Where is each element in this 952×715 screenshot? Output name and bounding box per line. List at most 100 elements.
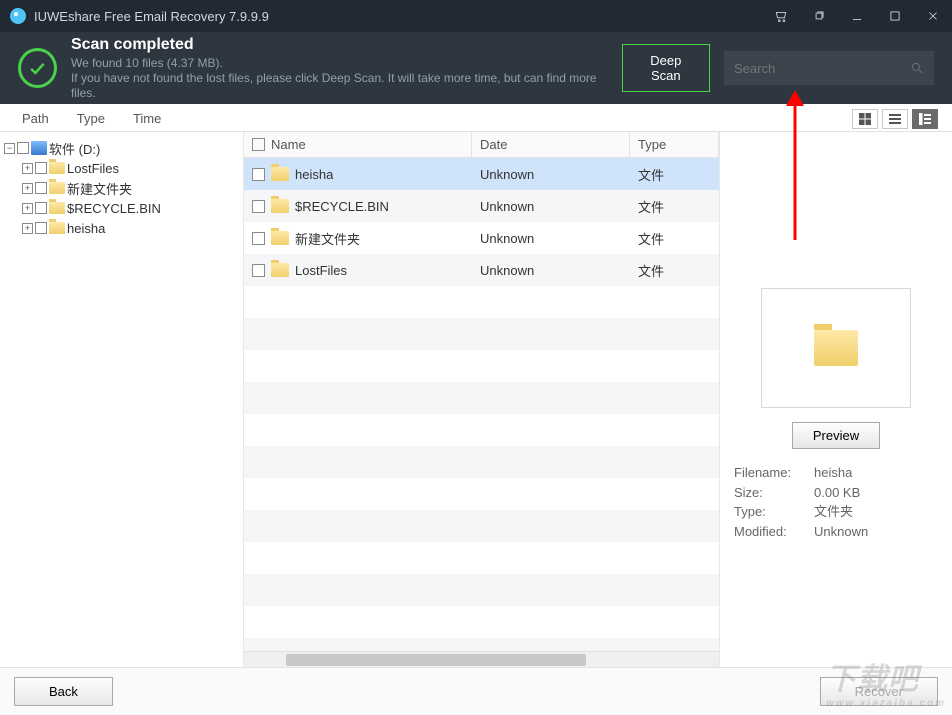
checkmark-circle-icon <box>18 48 57 88</box>
expand-icon[interactable]: + <box>22 223 33 234</box>
tree-checkbox[interactable] <box>35 162 47 174</box>
prop-modified-value: Unknown <box>814 522 868 542</box>
scan-status-line1: We found 10 files (4.37 MB). <box>71 56 608 71</box>
tree-item-label: LostFiles <box>67 161 119 176</box>
cart-icon[interactable] <box>762 0 800 32</box>
back-button[interactable]: Back <box>14 677 113 706</box>
folder-icon <box>49 182 65 194</box>
cell-name: heisha <box>295 167 333 182</box>
view-list-button[interactable] <box>882 109 908 129</box>
row-checkbox[interactable] <box>252 232 265 245</box>
tree-root-label: 软件 (D:) <box>49 139 100 158</box>
empty-rows <box>244 286 719 651</box>
scan-status-line2: If you have not found the lost files, pl… <box>71 71 608 101</box>
collapse-icon[interactable]: − <box>4 143 15 154</box>
preview-button[interactable]: Preview <box>792 422 880 449</box>
title-bar: IUWEshare Free Email Recovery 7.9.9.9 <box>0 0 952 32</box>
cell-date: Unknown <box>472 167 630 182</box>
prop-type-value: 文件夹 <box>814 502 853 522</box>
tree-checkbox[interactable] <box>35 182 47 194</box>
view-details-button[interactable] <box>912 109 938 129</box>
scrollbar-thumb[interactable] <box>286 654 586 666</box>
folder-icon <box>271 167 289 181</box>
tree-item[interactable]: + heisha <box>4 218 239 238</box>
table-body: heisha Unknown 文件 $RECYCLE.BIN Unknown 文… <box>244 158 719 651</box>
folder-icon <box>271 263 289 277</box>
horizontal-scrollbar[interactable] <box>244 651 719 667</box>
tree-item-label: 新建文件夹 <box>67 179 132 198</box>
folder-icon <box>49 202 65 214</box>
tree-checkbox[interactable] <box>35 222 47 234</box>
drive-icon <box>31 141 47 155</box>
prop-filename-label: Filename: <box>734 463 806 483</box>
column-date[interactable]: Date <box>472 132 630 157</box>
tree-item[interactable]: + $RECYCLE.BIN <box>4 198 239 218</box>
search-box[interactable] <box>724 51 934 85</box>
row-checkbox[interactable] <box>252 168 265 181</box>
minimize-icon[interactable] <box>838 0 876 32</box>
search-input[interactable] <box>734 61 910 76</box>
folder-large-icon <box>814 330 858 366</box>
preview-thumbnail <box>761 288 911 408</box>
select-all-checkbox[interactable] <box>252 138 265 151</box>
table-header: Name Date Type <box>244 132 719 158</box>
column-name-label: Name <box>271 137 306 152</box>
folder-icon <box>271 199 289 213</box>
scan-status-title: Scan completed <box>71 36 608 54</box>
folder-icon <box>49 162 65 174</box>
row-checkbox[interactable] <box>252 264 265 277</box>
cell-date: Unknown <box>472 263 630 278</box>
cell-name: 新建文件夹 <box>295 229 360 248</box>
tab-path[interactable]: Path <box>8 106 63 131</box>
prop-size-value: 0.00 KB <box>814 483 860 503</box>
cell-name: LostFiles <box>295 263 347 278</box>
table-row[interactable]: LostFiles Unknown 文件 <box>244 254 719 286</box>
file-list: Name Date Type heisha Unknown 文件 $RECYCL… <box>244 132 720 667</box>
cell-type: 文件 <box>630 229 719 248</box>
close-icon[interactable] <box>914 0 952 32</box>
cell-name: $RECYCLE.BIN <box>295 199 389 214</box>
recover-button[interactable]: Recover <box>820 677 938 706</box>
expand-icon[interactable]: + <box>22 203 33 214</box>
prop-modified-label: Modified: <box>734 522 806 542</box>
scan-status-text: Scan completed We found 10 files (4.37 M… <box>71 36 608 101</box>
tree-item-label: heisha <box>67 221 105 236</box>
column-type[interactable]: Type <box>630 132 719 157</box>
restore-window-icon[interactable] <box>800 0 838 32</box>
row-checkbox[interactable] <box>252 200 265 213</box>
prop-size-label: Size: <box>734 483 806 503</box>
cell-date: Unknown <box>472 231 630 246</box>
table-row[interactable]: heisha Unknown 文件 <box>244 158 719 190</box>
maximize-icon[interactable] <box>876 0 914 32</box>
search-icon <box>910 60 924 76</box>
tree-root[interactable]: − 软件 (D:) <box>4 138 239 158</box>
tree-item[interactable]: + LostFiles <box>4 158 239 178</box>
cell-type: 文件 <box>630 261 719 280</box>
scan-status-header: Scan completed We found 10 files (4.37 M… <box>0 32 952 104</box>
window-title: IUWEshare Free Email Recovery 7.9.9.9 <box>34 9 269 24</box>
table-row[interactable]: 新建文件夹 Unknown 文件 <box>244 222 719 254</box>
folder-icon <box>49 222 65 234</box>
tree-checkbox[interactable] <box>35 202 47 214</box>
cell-type: 文件 <box>630 165 719 184</box>
cell-type: 文件 <box>630 197 719 216</box>
tree-checkbox[interactable] <box>17 142 29 154</box>
expand-icon[interactable]: + <box>22 163 33 174</box>
cell-date: Unknown <box>472 199 630 214</box>
tree-item-label: $RECYCLE.BIN <box>67 201 161 216</box>
app-logo-icon <box>10 8 26 24</box>
footer: Back Recover <box>0 667 952 715</box>
preview-pane: Preview Filename: heisha Size: 0.00 KB Typ… <box>720 132 952 667</box>
tree-item[interactable]: + 新建文件夹 <box>4 178 239 198</box>
column-name[interactable]: Name <box>244 132 472 157</box>
folder-tree[interactable]: − 软件 (D:) + LostFiles + 新建文件夹 + $RECYCLE… <box>0 132 244 667</box>
deep-scan-button[interactable]: Deep Scan <box>622 44 710 92</box>
tab-time[interactable]: Time <box>119 106 175 131</box>
expand-icon[interactable]: + <box>22 183 33 194</box>
folder-icon <box>271 231 289 245</box>
prop-filename-value: heisha <box>814 463 852 483</box>
view-large-icons-button[interactable] <box>852 109 878 129</box>
prop-type-label: Type: <box>734 502 806 522</box>
tab-type[interactable]: Type <box>63 106 119 131</box>
table-row[interactable]: $RECYCLE.BIN Unknown 文件 <box>244 190 719 222</box>
